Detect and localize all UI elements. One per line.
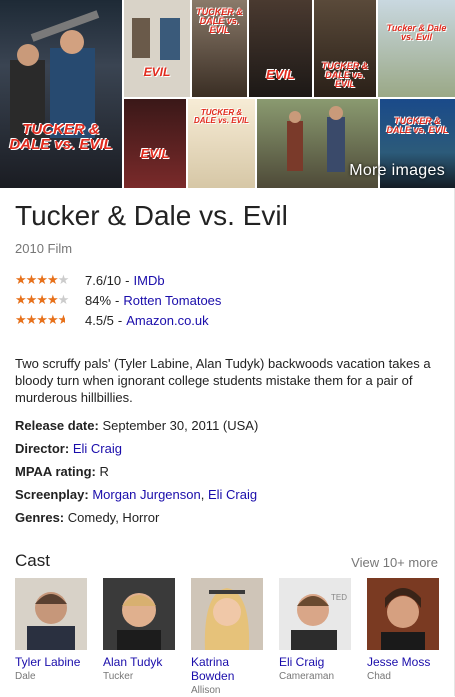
cast-photo[interactable]: TED: [279, 578, 351, 650]
svg-text:TED: TED: [331, 593, 347, 602]
fact-director: Director: Eli Craig: [15, 437, 258, 460]
fact-genres: Genres: Comedy, Horror: [15, 506, 258, 529]
poster-caption: EVIL: [266, 67, 295, 82]
poster-caption: TUCKER & DALE vs. EVIL: [386, 116, 449, 135]
poster-caption: Tucker & Dale vs. Evil: [386, 23, 447, 42]
rating-score: 7.6/10: [85, 272, 122, 288]
rating-source-link[interactable]: Rotten Tomatoes: [123, 293, 221, 308]
cast-photo[interactable]: [103, 578, 175, 650]
fact-label: Director:: [15, 441, 70, 456]
fact-screenplay: Screenplay: Morgan Jurgenson, Eli Craig: [15, 483, 258, 506]
cast-photo[interactable]: [367, 578, 439, 650]
star-rating-icon: ★★★★★: [15, 272, 69, 287]
screenplay-link[interactable]: Morgan Jurgenson: [92, 487, 200, 502]
rating-score: 4.5/5: [85, 312, 114, 328]
cast-photo[interactable]: [191, 578, 263, 650]
cast-member[interactable]: Katrina Bowden Allison: [191, 578, 265, 697]
poster-caption: EVIL: [143, 65, 171, 79]
facts-list: Release date: September 30, 2011 (USA) D…: [15, 414, 258, 529]
rating-source-link[interactable]: IMDb: [134, 273, 165, 288]
cast-role: Cameraman: [279, 671, 335, 682]
cast-name[interactable]: Katrina Bowden: [191, 655, 265, 683]
cast-member[interactable]: TED Eli Craig Cameraman: [279, 578, 353, 683]
screenplay-link[interactable]: Eli Craig: [208, 487, 257, 502]
cast-role: Allison: [191, 685, 221, 696]
fact-value: September 30, 2011 (USA): [102, 418, 259, 433]
fact-mpaa-rating: MPAA rating: R: [15, 460, 258, 483]
image-tile[interactable]: EVIL: [249, 0, 312, 97]
entity-subtitle: 2010 Film: [15, 241, 73, 256]
image-tile[interactable]: Tucker & Dale vs. Evil: [378, 0, 455, 97]
director-link[interactable]: Eli Craig: [73, 441, 122, 456]
poster-caption: TUCKER & DALE vs. EVIL: [193, 108, 250, 125]
cast-photo[interactable]: [15, 578, 87, 650]
fact-value: R: [99, 464, 109, 479]
fact-release-date: Release date: September 30, 2011 (USA): [15, 414, 258, 437]
cast-member[interactable]: Alan Tudyk Tucker: [103, 578, 177, 683]
description: Two scruffy pals' (Tyler Labine, Alan Tu…: [15, 356, 431, 405]
rating-row-amazon: ★★★★★ 4.5/5 - Amazon.co.uk: [15, 312, 209, 328]
cast-name[interactable]: Eli Craig: [279, 655, 353, 669]
rating-score: 84%: [85, 292, 112, 308]
rating-source-link[interactable]: Amazon.co.uk: [126, 313, 208, 328]
star-rating-icon: ★★★★★: [15, 312, 65, 327]
cast-role: Tucker: [103, 671, 134, 682]
ratings-list: ★★★★★ 7.6/10 - IMDb ★★★★★ 84% - Rotten T…: [15, 270, 221, 330]
fact-label: MPAA rating:: [15, 464, 96, 479]
cast-member[interactable]: Jesse Moss Chad: [367, 578, 441, 683]
star-rating-icon: ★★★★★: [15, 292, 69, 307]
image-tile[interactable]: TUCKER & DALE vs. EVIL: [188, 99, 255, 188]
knowledge-panel: TUCKER & DALE vs. EVIL EVIL TUCKER & DAL…: [0, 0, 455, 696]
poster-caption: TUCKER & DALE vs. EVIL: [196, 7, 243, 35]
image-tile[interactable]: TUCKER & DALE vs. EVIL: [0, 0, 122, 188]
fact-label: Genres:: [15, 510, 65, 525]
cast-heading: Cast: [15, 551, 50, 570]
separator: ,: [200, 487, 205, 502]
entity-title: Tucker & Dale vs. Evil: [15, 200, 288, 231]
fact-label: Screenplay:: [15, 487, 89, 502]
cast-name[interactable]: Tyler Labine: [15, 655, 89, 669]
poster-caption: TUCKER & DALE vs. EVIL: [321, 61, 369, 89]
cast-role: Dale: [15, 671, 36, 682]
cast-name[interactable]: Alan Tudyk: [103, 655, 177, 669]
poster-caption: TUCKER & DALE vs. EVIL: [9, 121, 113, 153]
poster-caption: EVIL: [140, 146, 170, 161]
image-tile[interactable]: TUCKER & DALE vs. EVIL: [192, 0, 247, 97]
fact-value: Comedy, Horror: [67, 510, 160, 525]
image-grid: TUCKER & DALE vs. EVIL EVIL TUCKER & DAL…: [0, 0, 455, 188]
fact-label: Release date:: [15, 418, 99, 433]
cast-name[interactable]: Jesse Moss: [367, 655, 441, 669]
more-images-link[interactable]: More images: [349, 162, 445, 180]
rating-row-imdb: ★★★★★ 7.6/10 - IMDb: [15, 272, 165, 288]
image-tile[interactable]: EVIL: [124, 0, 190, 97]
image-tile[interactable]: TUCKER & DALE vs. EVIL: [314, 0, 376, 97]
view-more-cast-link[interactable]: View 10+ more: [351, 555, 438, 570]
cast-member[interactable]: Tyler Labine Dale: [15, 578, 89, 683]
cast-role: Chad: [367, 671, 391, 682]
image-tile[interactable]: EVIL: [124, 99, 186, 188]
rating-row-rotten-tomatoes: ★★★★★ 84% - Rotten Tomatoes: [15, 292, 222, 308]
